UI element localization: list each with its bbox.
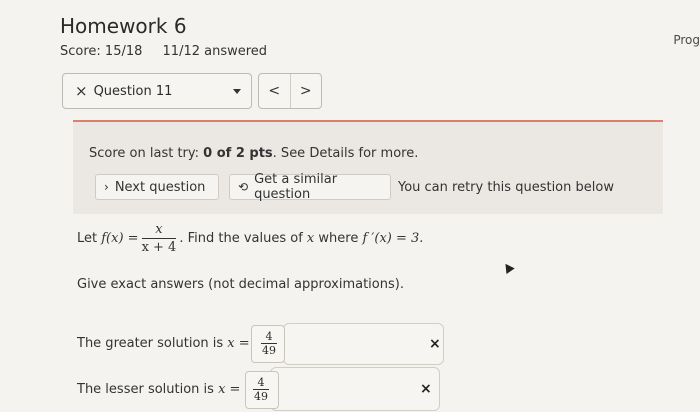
- selected-question: Question 11: [93, 83, 173, 99]
- score-summary: Score: 15/18 11/12 answered: [60, 44, 267, 59]
- next-question-button[interactable]: › Next question: [95, 174, 219, 200]
- greater-solution-label: The greater solution is x =: [77, 336, 250, 351]
- function-fraction: x x + 4: [141, 222, 177, 255]
- incorrect-icon: ×: [420, 381, 432, 397]
- retry-message: You can retry this question below: [398, 180, 614, 195]
- similar-question-button[interactable]: ⟲ Get a similar question: [229, 172, 391, 202]
- problem-statement: Let f(x) = x x + 4 . Find the values of …: [77, 222, 424, 255]
- answer-instructions: Give exact answers (not decimal approxim…: [77, 277, 404, 292]
- last-try-points: 0 of 2 pts: [203, 146, 273, 161]
- refresh-icon: ⟲: [238, 180, 249, 194]
- lesser-solution-value: 4 49: [253, 376, 269, 403]
- chevron-right-icon: ›: [104, 180, 109, 194]
- chevron-right-icon: >: [299, 83, 312, 99]
- question-select[interactable]: × Question 11: [62, 73, 252, 109]
- next-question-arrow-button[interactable]: >: [291, 74, 322, 108]
- question-pager: < >: [258, 73, 322, 109]
- last-try-score: Score on last try: 0 of 2 pts. See Detai…: [89, 146, 419, 161]
- lesser-solution-label: The lesser solution is x =: [77, 382, 241, 397]
- mouse-cursor-icon: [501, 260, 515, 275]
- greater-solution-value: 4 49: [261, 330, 277, 357]
- derivative-condition: f ′(x) = 3.: [362, 231, 424, 246]
- close-icon: ×: [75, 82, 88, 100]
- progress-link[interactable]: Prog: [673, 33, 700, 47]
- function-def: f(x) =: [101, 231, 139, 246]
- lesser-solution-field[interactable]: [270, 367, 440, 411]
- previous-question-button[interactable]: <: [259, 74, 291, 108]
- chevron-down-icon: [233, 89, 241, 94]
- score-text: Score: 15/18: [60, 44, 143, 59]
- answered-count: 11/12 answered: [162, 44, 268, 59]
- incorrect-icon: ×: [429, 336, 441, 352]
- chevron-left-icon: <: [268, 83, 281, 99]
- last-try-banner: Score on last try: 0 of 2 pts. See Detai…: [73, 120, 663, 214]
- greater-solution-field[interactable]: [283, 323, 444, 365]
- page-title: Homework 6: [60, 14, 187, 38]
